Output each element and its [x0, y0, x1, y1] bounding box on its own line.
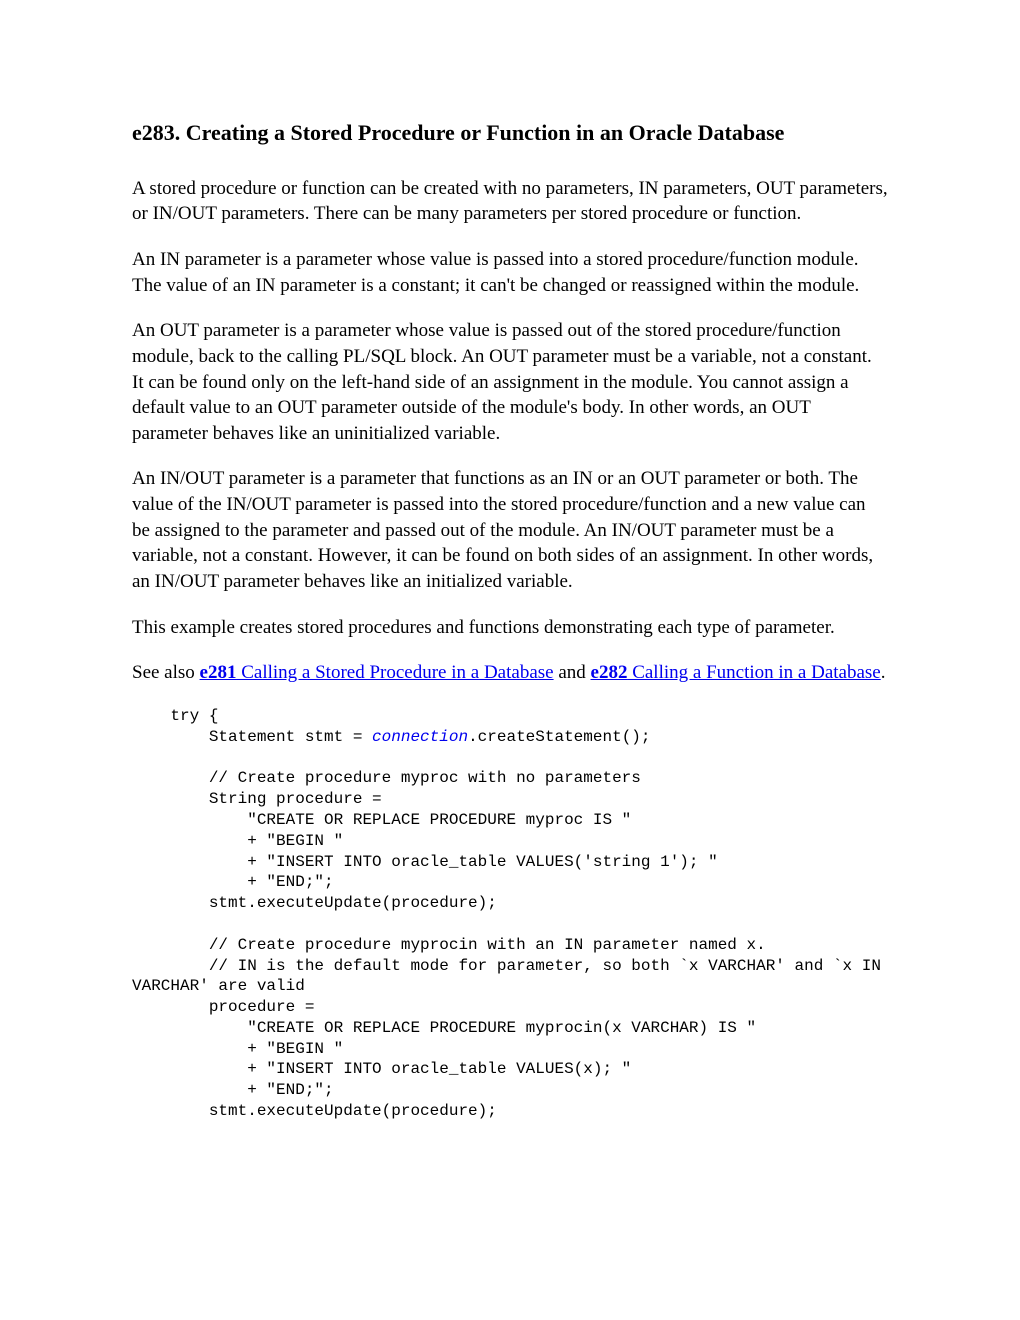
paragraph-inout: An IN/OUT parameter is a parameter that … — [132, 466, 888, 594]
code-line: + "BEGIN " — [132, 1040, 343, 1058]
code-line: "CREATE OR REPLACE PROCEDURE myprocin(x … — [132, 1019, 756, 1037]
code-line: stmt.executeUpdate(procedure); — [132, 1102, 497, 1120]
code-line: stmt.executeUpdate(procedure); — [132, 894, 497, 912]
paragraph-out: An OUT parameter is a parameter whose va… — [132, 318, 888, 446]
code-line: + "INSERT INTO oracle_table VALUES(x); " — [132, 1060, 631, 1078]
code-line: // Create procedure myproc with no param… — [132, 769, 641, 787]
link-e281-lead: e281 — [200, 662, 237, 683]
paragraph-in: An IN parameter is a parameter whose val… — [132, 247, 888, 298]
paragraph-example-note: This example creates stored procedures a… — [132, 615, 888, 641]
link-e282-lead: e282 — [591, 662, 628, 683]
code-line: try { — [132, 707, 218, 725]
code-line: "CREATE OR REPLACE PROCEDURE myproc IS " — [132, 811, 631, 829]
link-e281[interactable]: e281 Calling a Stored Procedure in a Dat… — [200, 662, 554, 683]
see-also-prefix: See also — [132, 662, 200, 683]
paragraph-intro: A stored procedure or function can be cr… — [132, 176, 888, 227]
code-line: procedure = — [132, 998, 314, 1016]
code-line: + "BEGIN " — [132, 832, 343, 850]
code-line: + "END;"; — [132, 1081, 334, 1099]
code-line: // Create procedure myprocin with an IN … — [132, 936, 766, 954]
code-block: try { Statement stmt = connection.create… — [132, 706, 888, 1122]
page-title: e283. Creating a Stored Procedure or Fun… — [132, 118, 888, 148]
see-also-mid: and — [554, 662, 591, 683]
code-line: .createStatement(); — [468, 728, 650, 746]
see-also: See also e281 Calling a Stored Procedure… — [132, 660, 888, 686]
code-identifier-connection: connection — [372, 728, 468, 746]
link-e282-rest: Calling a Function in a Database — [627, 662, 880, 683]
code-line: + "INSERT INTO oracle_table VALUES('stri… — [132, 853, 718, 871]
link-e282[interactable]: e282 Calling a Function in a Database — [591, 662, 881, 683]
code-line: Statement stmt = — [132, 728, 372, 746]
code-line: String procedure = — [132, 790, 382, 808]
see-also-suffix: . — [881, 662, 886, 683]
code-line: + "END;"; — [132, 873, 334, 891]
link-e281-rest: Calling a Stored Procedure in a Database — [236, 662, 553, 683]
code-line: // IN is the default mode for parameter,… — [132, 957, 891, 996]
